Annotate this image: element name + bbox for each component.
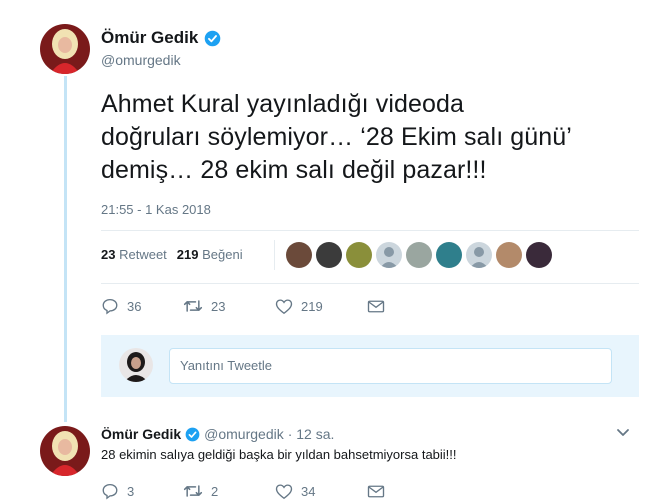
like-action-count: 34 — [301, 483, 316, 499]
liker-avatar[interactable] — [526, 242, 552, 268]
like-icon — [275, 483, 293, 499]
reply-count: 3 — [127, 483, 135, 499]
liker-avatar[interactable] — [436, 242, 462, 268]
author-name[interactable]: Ömür Gedik — [101, 28, 198, 48]
retweet-button[interactable]: 23 — [183, 297, 243, 315]
tweet-text-line: demiş… 28 ekim salı değil pazar!!! — [101, 156, 487, 184]
verified-badge-icon — [185, 427, 200, 441]
like-icon — [275, 298, 293, 314]
reply-input[interactable]: Yanıtını Tweetle — [169, 348, 612, 384]
liker-avatars — [286, 242, 556, 268]
direct-message-button[interactable] — [367, 484, 393, 499]
retweet-icon — [183, 485, 203, 497]
like-stat[interactable]: 219 Beğeni — [177, 247, 243, 262]
liker-avatar[interactable] — [466, 242, 492, 268]
liker-avatar[interactable] — [346, 242, 372, 268]
retweet-button[interactable]: 2 — [183, 482, 243, 500]
reply-tweet-text: 28 ekimin salıya geldiği başka bir yılda… — [101, 447, 457, 462]
retweet-action-count: 23 — [211, 298, 226, 314]
reply-author-row: Ömür Gedik @omurgedik · 12 sa. — [101, 426, 334, 442]
like-action-count: 219 — [301, 298, 323, 314]
thread-line — [64, 76, 67, 422]
retweet-stat[interactable]: 23 Retweet — [101, 247, 167, 262]
tweet-actions: 36 23 219 — [101, 297, 425, 315]
divider — [101, 283, 639, 284]
retweet-action-count: 2 — [211, 483, 219, 499]
tweet-timestamp[interactable]: 21:55 - 1 Kas 2018 — [101, 202, 211, 217]
tweet-stats: 23 Retweet 219 Beğeni — [101, 247, 253, 262]
reply-icon — [102, 483, 118, 500]
reply-author-name[interactable]: Ömür Gedik — [101, 426, 181, 442]
liker-avatar[interactable] — [406, 242, 432, 268]
stats-separator — [274, 240, 275, 270]
reply-button[interactable]: 36 — [101, 297, 151, 315]
liker-avatar[interactable] — [376, 242, 402, 268]
reply-tweet-actions: 3 2 34 — [101, 482, 425, 500]
message-icon — [367, 300, 385, 312]
tweet-text-line: Ahmet Kural yayınladığı videoda — [101, 90, 465, 118]
like-button[interactable]: 34 — [275, 483, 335, 500]
like-count: 219 — [176, 247, 199, 262]
like-label: Beğeni — [202, 247, 243, 262]
reply-author-handle[interactable]: @omurgedik — [204, 426, 284, 442]
retweet-icon — [183, 300, 203, 312]
reply-button[interactable]: 3 — [101, 482, 151, 500]
tweet-text: Ahmet Kural yayınladığı videoda doğrular… — [101, 88, 646, 187]
current-user-avatar[interactable] — [119, 348, 153, 382]
divider — [101, 230, 639, 231]
liker-avatar[interactable] — [316, 242, 342, 268]
like-button[interactable]: 219 — [275, 298, 335, 315]
chevron-down-icon[interactable] — [616, 428, 630, 438]
retweet-count: 23 — [101, 247, 116, 262]
author-avatar[interactable] — [40, 24, 90, 74]
liker-avatar[interactable] — [286, 242, 312, 268]
author-handle[interactable]: @omurgedik — [101, 52, 181, 68]
author-name-row: Ömür Gedik — [101, 28, 221, 48]
reply-time[interactable]: · 12 sa. — [288, 426, 335, 442]
reply-author-avatar[interactable] — [40, 426, 90, 476]
liker-avatar[interactable] — [496, 242, 522, 268]
reply-icon — [102, 298, 118, 315]
reply-count: 36 — [127, 298, 142, 314]
tweet-text-line: doğruları söylemiyor… ‘28 Ekim salı günü… — [101, 123, 572, 151]
retweet-label: Retweet — [119, 247, 167, 262]
verified-badge-icon — [205, 30, 221, 46]
message-icon — [367, 485, 385, 497]
direct-message-button[interactable] — [367, 299, 393, 314]
